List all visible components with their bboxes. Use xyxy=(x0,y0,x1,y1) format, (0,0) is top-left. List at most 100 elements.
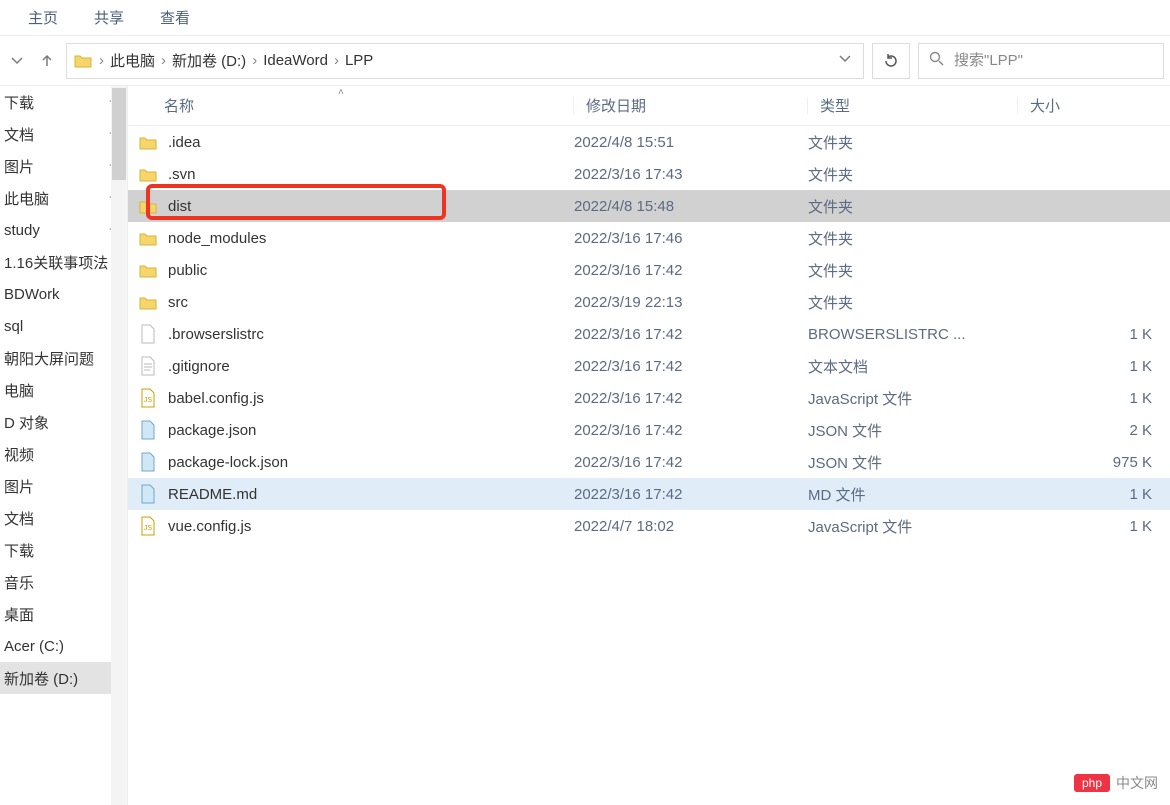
file-name-cell: dist xyxy=(128,196,574,216)
search-input[interactable] xyxy=(954,52,1153,69)
file-date-cell: 2022/4/7 18:02 xyxy=(574,518,808,535)
ribbon-tabs: 主页 共享 查看 xyxy=(0,0,1170,36)
sidebar-item[interactable]: sql xyxy=(0,310,127,342)
folder-icon xyxy=(138,292,158,312)
tab-main[interactable]: 主页 xyxy=(10,1,76,34)
sidebar-item[interactable]: 视频 xyxy=(0,438,127,470)
sidebar-scrollbar-thumb[interactable] xyxy=(112,88,126,180)
tab-share[interactable]: 共享 xyxy=(76,1,142,34)
address-bar[interactable]: › 此电脑 › 新加卷 (D:) › IdeaWord › LPP xyxy=(66,43,864,79)
sidebar-item[interactable]: 新加卷 (D:) xyxy=(0,662,127,694)
file-row[interactable]: node_modules2022/3/16 17:46文件夹 xyxy=(128,222,1170,254)
sidebar-item[interactable]: 图片 xyxy=(0,470,127,502)
file-row[interactable]: dist2022/4/8 15:48文件夹 xyxy=(128,190,1170,222)
sidebar-item-label: 文档 xyxy=(4,508,34,529)
column-modified[interactable]: 修改日期 xyxy=(574,95,808,116)
file-name-label: .browserslistrc xyxy=(168,326,264,343)
chevron-right-icon[interactable]: › xyxy=(161,52,166,69)
sidebar-item[interactable]: 下载 xyxy=(0,86,127,118)
sidebar-item[interactable]: 此电脑 xyxy=(0,182,127,214)
column-size[interactable]: 大小 xyxy=(1018,95,1170,116)
file-row[interactable]: .browserslistrc2022/3/16 17:42BROWSERSLI… xyxy=(128,318,1170,350)
column-name[interactable]: 名称 ˄ xyxy=(128,95,574,116)
file-size-cell: 1 K xyxy=(1018,358,1170,375)
nav-up-button[interactable] xyxy=(36,50,58,72)
file-name-label: babel.config.js xyxy=(168,390,264,407)
sidebar-item[interactable]: BDWork xyxy=(0,278,127,310)
chevron-right-icon[interactable]: › xyxy=(99,52,104,69)
sidebar-item[interactable]: 桌面 xyxy=(0,598,127,630)
file-row[interactable]: JSvue.config.js2022/4/7 18:02JavaScript … xyxy=(128,510,1170,542)
file-row[interactable]: .gitignore2022/3/16 17:42文本文档1 K xyxy=(128,350,1170,382)
sidebar-item-label: 下载 xyxy=(4,540,34,561)
file-type-cell: JavaScript 文件 xyxy=(808,516,1018,537)
sidebar-item-label: 1.16关联事项法 xyxy=(4,252,108,273)
watermark-badge: php xyxy=(1074,774,1110,792)
chevron-right-icon[interactable]: › xyxy=(334,52,339,69)
breadcrumb-item-0[interactable]: 此电脑 xyxy=(110,50,155,71)
watermark-text: 中文网 xyxy=(1116,773,1158,793)
breadcrumb-item-1[interactable]: 新加卷 (D:) xyxy=(172,50,246,71)
file-type-cell: 文件夹 xyxy=(808,260,1018,281)
history-dropdown[interactable] xyxy=(6,50,28,72)
breadcrumb-item-2[interactable]: IdeaWord xyxy=(263,52,328,69)
tab-view[interactable]: 查看 xyxy=(142,1,208,34)
sidebar-item[interactable]: Acer (C:) xyxy=(0,630,127,662)
sidebar-item-label: D 对象 xyxy=(4,412,49,433)
file-name-label: public xyxy=(168,262,207,279)
search-box[interactable] xyxy=(918,43,1164,79)
sidebar-item-label: 桌面 xyxy=(4,604,34,625)
file-name-label: package-lock.json xyxy=(168,454,288,471)
sidebar-item-label: 文档 xyxy=(4,124,34,145)
sidebar-item[interactable]: 文档 xyxy=(0,502,127,534)
file-name-cell: .idea xyxy=(128,132,574,152)
file-row[interactable]: package-lock.json2022/3/16 17:42JSON 文件9… xyxy=(128,446,1170,478)
file-name-cell: package-lock.json xyxy=(128,452,574,472)
sidebar-item[interactable]: 文档 xyxy=(0,118,127,150)
file-date-cell: 2022/3/16 17:42 xyxy=(574,326,808,343)
sort-indicator-icon: ˄ xyxy=(338,87,344,98)
file-row[interactable]: src2022/3/19 22:13文件夹 xyxy=(128,286,1170,318)
address-dropdown[interactable] xyxy=(833,52,857,69)
file-row[interactable]: README.md2022/3/16 17:42MD 文件1 K xyxy=(128,478,1170,510)
search-icon xyxy=(929,51,944,70)
file-row[interactable]: package.json2022/3/16 17:42JSON 文件2 K xyxy=(128,414,1170,446)
file-row[interactable]: .idea2022/4/8 15:51文件夹 xyxy=(128,126,1170,158)
watermark: php 中文网 xyxy=(1074,773,1158,793)
file-icon xyxy=(138,324,158,344)
navigation-pane: 下载文档图片此电脑study1.16关联事项法BDWorksql朝阳大屏问题电脑… xyxy=(0,86,128,805)
column-type[interactable]: 类型 xyxy=(808,95,1018,116)
chevron-right-icon[interactable]: › xyxy=(252,52,257,69)
file-type-cell: MD 文件 xyxy=(808,484,1018,505)
sidebar-item-label: 视频 xyxy=(4,444,34,465)
file-type-cell: 文本文档 xyxy=(808,356,1018,377)
sidebar-scrollbar[interactable] xyxy=(111,86,127,805)
sidebar-item[interactable]: 1.16关联事项法 xyxy=(0,246,127,278)
file-size-cell: 2 K xyxy=(1018,422,1170,439)
file-name-label: package.json xyxy=(168,422,256,439)
file-name-label: .svn xyxy=(168,166,196,183)
file-row[interactable]: JSbabel.config.js2022/3/16 17:42JavaScri… xyxy=(128,382,1170,414)
breadcrumb-item-3[interactable]: LPP xyxy=(345,52,373,69)
file-rows: .idea2022/4/8 15:51文件夹 .svn 2022/3/16 17:4… xyxy=(128,126,1170,805)
sidebar-item[interactable]: 朝阳大屏问题 xyxy=(0,342,127,374)
file-icon xyxy=(138,420,158,440)
sidebar-item[interactable]: 图片 xyxy=(0,150,127,182)
file-date-cell: 2022/3/16 17:43 xyxy=(574,166,808,183)
sidebar-item[interactable]: 下载 xyxy=(0,534,127,566)
sidebar-item[interactable]: D 对象 xyxy=(0,406,127,438)
file-date-cell: 2022/3/19 22:13 xyxy=(574,294,808,311)
file-date-cell: 2022/3/16 17:42 xyxy=(574,390,808,407)
file-date-cell: 2022/3/16 17:42 xyxy=(574,422,808,439)
folder-icon xyxy=(138,196,158,216)
file-row[interactable]: public2022/3/16 17:42文件夹 xyxy=(128,254,1170,286)
file-list-pane: 名称 ˄ 修改日期 类型 大小 .idea2022/4/8 15:51文件夹 .s… xyxy=(128,86,1170,805)
file-row[interactable]: .svn2022/3/16 17:43文件夹 xyxy=(128,158,1170,190)
sidebar-item[interactable]: 电脑 xyxy=(0,374,127,406)
sidebar-item[interactable]: 音乐 xyxy=(0,566,127,598)
sidebar-item-label: 音乐 xyxy=(4,572,34,593)
refresh-button[interactable] xyxy=(872,43,910,79)
sidebar-item-label: 此电脑 xyxy=(4,188,49,209)
sidebar-item[interactable]: study xyxy=(0,214,127,246)
folder-icon xyxy=(138,260,158,280)
